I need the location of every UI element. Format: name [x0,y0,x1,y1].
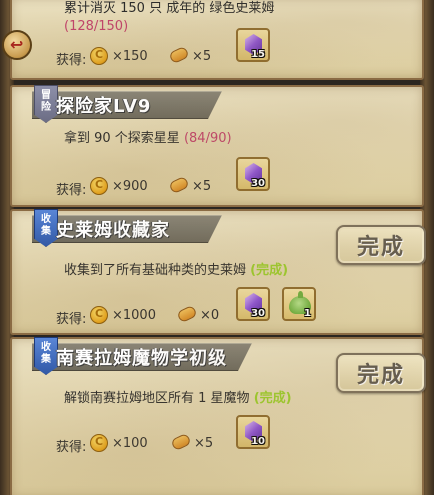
bread-icon [170,432,192,452]
reward-label: 获得: [56,440,87,455]
quest-title: 南赛拉姆魔物学初级 [56,348,227,369]
gold-coin-icon [90,306,108,324]
item-count: 1 [304,308,311,319]
reward-row: 获得: ×150 ×5 [42,45,372,68]
item-count: 15 [251,49,265,60]
quest-status: (完成) [250,263,289,278]
reward-item-slot[interactable]: 1 [282,287,316,321]
coin-amount: ×1000 [112,308,156,323]
back-button[interactable]: ↩ [2,30,32,60]
quest-title: 史莱姆收藏家 [56,220,170,241]
bread-amount: ×0 [200,308,220,323]
bread-icon [176,304,198,324]
reward-label: 获得: [56,183,87,198]
gold-coin-icon [90,434,108,452]
complete-button-label: 完成 [356,235,405,260]
item-count: 10 [251,436,265,447]
gold-coin-icon [90,177,108,195]
complete-button[interactable]: 完成 [336,353,426,393]
coin-amount: ×900 [112,179,148,194]
reward-item-slot[interactable]: 15 [236,28,270,62]
reward-label: 获得: [56,53,87,68]
bread-amount: ×5 [194,436,214,451]
quest-card: 累计消灭 150 只 成年的 绿色史莱姆 (128/150) 获得: ×150 … [10,0,424,80]
reward-row: 获得: ×900 ×5 [42,175,372,198]
quest-title: 探险家LV9 [56,96,152,117]
quest-description: 解锁南赛拉姆地区所有 1 星魔物 (完成) [64,391,292,406]
reward-item-slot[interactable]: 10 [236,415,270,449]
quest-description: 拿到 90 个探索星星 (84/90) [64,131,232,146]
gold-coin-icon [90,47,108,65]
quest-status: (完成) [253,391,292,406]
bread-icon [168,45,190,65]
coin-amount: ×150 [112,49,148,64]
bread-icon [168,175,190,195]
quest-card: 收 集 南赛拉姆魔物学初级 解锁南赛拉姆地区所有 1 星魔物 (完成) 完成 获… [10,337,426,495]
complete-button[interactable]: 完成 [336,225,426,265]
quest-card: 冒 险 探险家LV9 拿到 90 个探索星星 (84/90) 获得: ×900 … [10,85,424,207]
reward-item-slot[interactable]: 30 [236,157,270,191]
quest-description: 累计消灭 150 只 成年的 绿色史莱姆 [64,1,275,16]
quest-description: 收集到了所有基础种类的史莱姆 (完成) [64,263,289,278]
coin-amount: ×100 [112,436,148,451]
bread-amount: ×5 [192,49,212,64]
reward-label: 获得: [56,312,87,327]
back-arrow-icon: ↩ [10,35,24,54]
reward-item-slot[interactable]: 30 [236,287,270,321]
item-count: 30 [251,178,265,189]
achievement-list: 累计消灭 150 只 成年的 绿色史莱姆 (128/150) 获得: ×150 … [0,0,434,495]
bread-amount: ×5 [192,179,212,194]
quest-progress: (128/150) [64,19,129,34]
quest-progress: (84/90) [183,131,232,146]
reward-row: 获得: ×100 ×5 [42,432,372,455]
complete-button-label: 完成 [356,363,405,388]
reward-row: 获得: ×1000 ×0 [42,304,372,327]
quest-card: 收 集 史莱姆收藏家 收集到了所有基础种类的史莱姆 (完成) 完成 获得: ×1… [10,209,426,335]
item-count: 30 [251,308,265,319]
